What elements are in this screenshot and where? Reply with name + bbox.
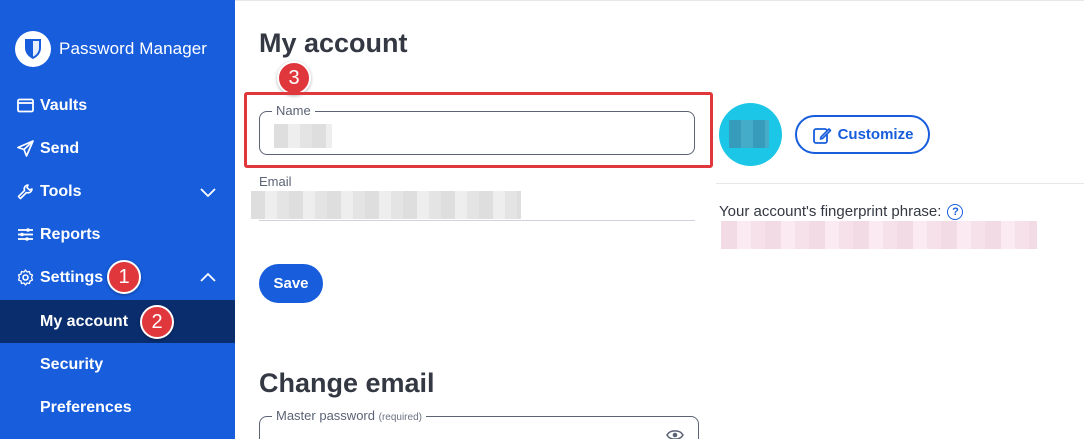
- name-field[interactable]: Name: [259, 103, 695, 155]
- customize-label: Customize: [837, 126, 914, 143]
- brand-name: Password Manager: [59, 39, 208, 58]
- vault-icon: [15, 96, 35, 116]
- step-badge-1: 1: [107, 260, 141, 294]
- edit-icon: [812, 127, 831, 144]
- nav-label-settings: Settings: [40, 268, 104, 286]
- wrench-icon: [15, 182, 35, 202]
- nav-item-preferences[interactable]: Preferences: [0, 386, 235, 429]
- avatar-initials-redacted: [729, 120, 769, 148]
- master-password-label: Master password (required): [272, 408, 426, 423]
- customize-button[interactable]: Customize: [795, 115, 930, 154]
- sliders-icon: [15, 225, 35, 245]
- eye-icon[interactable]: [666, 429, 684, 439]
- nav-label-security: Security: [40, 355, 104, 373]
- brand[interactable]: Password Manager: [15, 31, 207, 67]
- step-badge-3: 3: [277, 61, 311, 95]
- gear-icon: [15, 268, 35, 288]
- step-badge-2: 2: [140, 305, 174, 339]
- change-email-title: Change email: [259, 368, 435, 398]
- nav-item-vaults[interactable]: Vaults: [0, 84, 235, 127]
- nav-label-tools: Tools: [40, 182, 82, 200]
- page-title: My account: [259, 28, 408, 58]
- save-button[interactable]: Save: [259, 264, 323, 303]
- nav-label-preferences: Preferences: [40, 398, 132, 416]
- required-hint: (required): [378, 412, 422, 423]
- email-divider: [259, 220, 695, 221]
- master-password-label-text: Master password: [276, 408, 375, 423]
- name-field-label: Name: [272, 103, 315, 118]
- main-content: My account 3 Name Email Save Customize Y…: [235, 0, 1084, 439]
- nav-item-send[interactable]: Send: [0, 127, 235, 170]
- name-value-redacted: [274, 124, 332, 148]
- nav-label-vaults: Vaults: [40, 96, 88, 114]
- email-value-redacted: [251, 191, 521, 219]
- help-icon[interactable]: ?: [947, 203, 964, 220]
- right-divider: [716, 183, 1084, 184]
- sidebar: Password Manager Vaults Send Tools Repor…: [0, 0, 235, 439]
- fingerprint-phrase-redacted: [721, 221, 1037, 249]
- avatar: [719, 103, 782, 166]
- chevron-up-icon[interactable]: [199, 269, 217, 287]
- chevron-down-icon[interactable]: [199, 183, 217, 201]
- nav-item-tools[interactable]: Tools: [0, 170, 235, 213]
- shield-logo-icon: [15, 31, 51, 67]
- nav-label-reports: Reports: [40, 225, 101, 243]
- nav-item-my-account[interactable]: My account: [0, 300, 235, 343]
- nav-label-my-account: My account: [40, 312, 129, 330]
- fingerprint-label: Your account's fingerprint phrase: ?: [719, 203, 964, 220]
- nav-label-send: Send: [40, 139, 80, 157]
- fingerprint-label-text: Your account's fingerprint phrase:: [719, 203, 942, 220]
- nav-item-security[interactable]: Security: [0, 343, 235, 386]
- email-label: Email: [259, 174, 292, 189]
- nav-item-reports[interactable]: Reports: [0, 213, 235, 256]
- master-password-field[interactable]: Master password (required): [259, 408, 699, 439]
- send-icon: [15, 139, 35, 159]
